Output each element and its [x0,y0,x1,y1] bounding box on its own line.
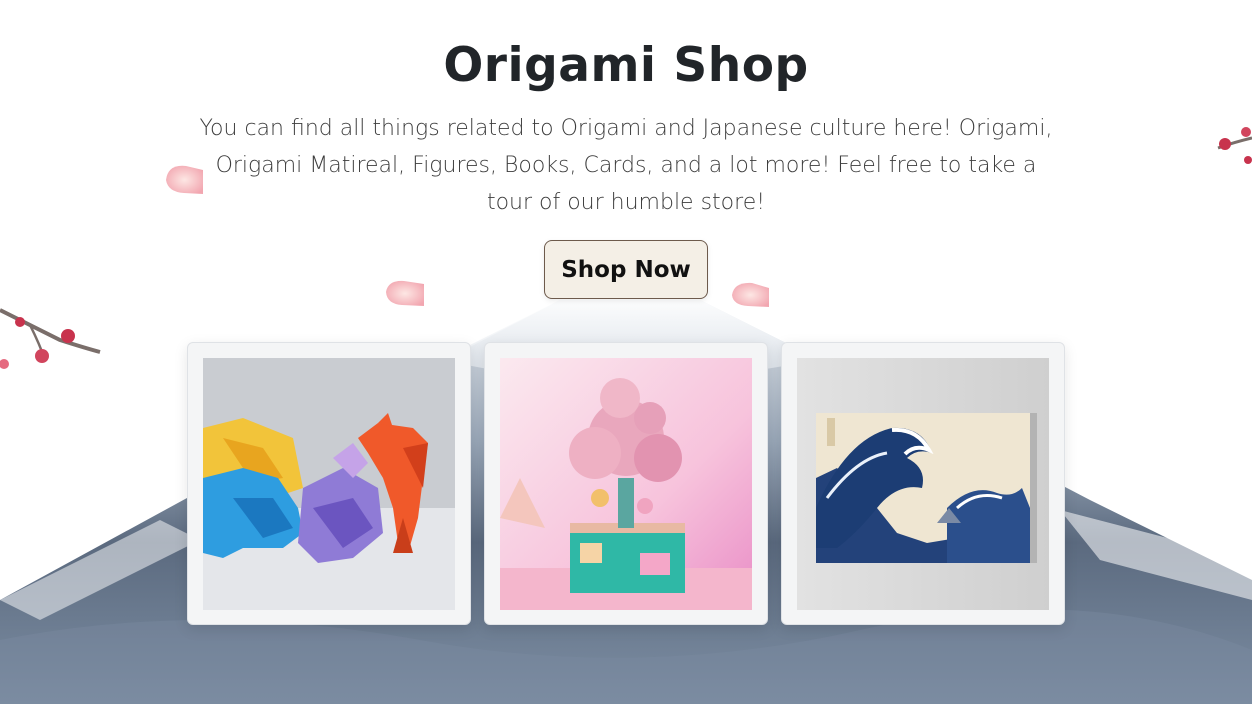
product-gallery [0,0,1252,704]
cherry-blossom-music-box-image [500,358,752,610]
origami-animals-image [203,358,455,610]
product-card-origami-animals[interactable] [187,342,471,625]
product-card-cherry-blossom-box[interactable] [484,342,768,625]
great-wave-canvas-image [797,358,1049,610]
product-card-great-wave[interactable] [781,342,1065,625]
